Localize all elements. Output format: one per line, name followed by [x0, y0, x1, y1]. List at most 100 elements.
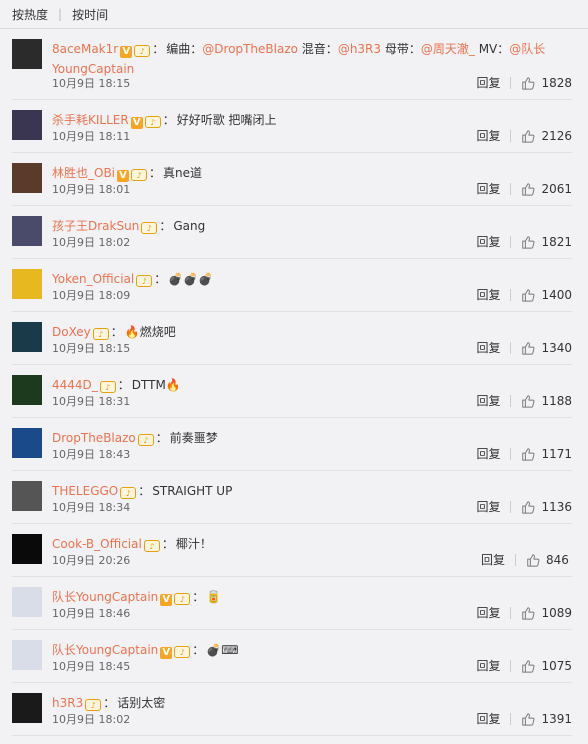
reply-button[interactable]: 回复 — [476, 286, 500, 303]
like-button[interactable]: 1089 — [521, 606, 572, 620]
comment-body: 8aceMak1r V ♪：编曲：@DropTheBlazo 混音：@h3R3 母带… — [52, 39, 572, 79]
comment-text: 🥫 — [206, 590, 222, 604]
avatar[interactable] — [12, 39, 42, 69]
comment-list: 8aceMak1r V ♪：编曲：@DropTheBlazo 混音：@h3R3 母带… — [0, 29, 588, 736]
comment-text: Gang — [173, 219, 206, 233]
avatar[interactable] — [12, 428, 42, 458]
comment-actions: 回复 1075 — [476, 657, 572, 674]
like-button[interactable]: 1391 — [521, 712, 572, 726]
member-badge-icon: ♪ — [136, 275, 153, 287]
reply-button[interactable]: 回复 — [476, 233, 500, 250]
comment-actions: 回复 1391 — [476, 710, 572, 727]
like-button[interactable]: 1828 — [521, 76, 572, 90]
like-count: 1089 — [541, 605, 572, 620]
like-button[interactable]: 1075 — [521, 659, 572, 673]
comment-text: 💣⌨ — [206, 643, 239, 657]
avatar[interactable] — [12, 587, 42, 617]
reply-button[interactable]: 回复 — [476, 339, 500, 356]
like-count: 1171 — [541, 446, 572, 461]
colon-separator: ： — [110, 325, 123, 339]
like-count: 2126 — [541, 128, 572, 143]
username-link[interactable]: 林胜也_OBi — [52, 166, 115, 180]
username-link[interactable]: 4444D_ — [52, 378, 98, 392]
comment-timestamp: 10月9日 18:11 — [52, 130, 131, 143]
comment-line: 8aceMak1r V ♪：编曲：@DropTheBlazo 混音：@h3R3 母带… — [52, 39, 572, 79]
avatar[interactable] — [12, 110, 42, 140]
like-button[interactable]: 1400 — [521, 288, 572, 302]
reply-button[interactable]: 回复 — [476, 127, 500, 144]
like-button[interactable]: 2061 — [521, 182, 572, 196]
member-badge-icon: ♪ — [141, 222, 158, 234]
comment-timestamp: 10月9日 18:15 — [52, 342, 131, 355]
username-link[interactable]: THELEGGO — [52, 484, 118, 498]
sort-by-time-tab[interactable]: 按时间 — [72, 6, 108, 23]
reply-button[interactable]: 回复 — [476, 498, 500, 515]
comment-text: 💣💣💣 — [168, 272, 214, 286]
comment-timestamp: 10月9日 18:34 — [52, 501, 131, 514]
username-link[interactable]: DoXey — [52, 325, 91, 339]
username-link[interactable]: 孩子王DrakSun — [52, 219, 139, 233]
username-link[interactable]: DropTheBlazo — [52, 431, 136, 445]
username-link[interactable]: Yoken_Official — [52, 272, 134, 286]
reply-button[interactable]: 回复 — [476, 392, 500, 409]
like-button[interactable]: 1171 — [521, 447, 572, 461]
avatar[interactable] — [12, 640, 42, 670]
username-link[interactable]: 队长YoungCaptain — [52, 643, 158, 657]
like-count: 1821 — [541, 234, 572, 249]
reply-button[interactable]: 回复 — [476, 180, 500, 197]
thumbs-up-icon — [522, 288, 535, 302]
comment-actions: 回复 2061 — [476, 180, 572, 197]
comment-actions: 回复 1340 — [476, 339, 572, 356]
comment-text: STRAIGHT UP — [152, 484, 233, 498]
comment-timestamp: 10月9日 18:46 — [52, 607, 131, 620]
comment-item: DoXey ♪： 🔥燃烧吧 10月9日 18:15 回复 1340 — [12, 312, 572, 365]
sort-by-hot-tab[interactable]: 按热度 — [12, 6, 48, 23]
like-count: 846 — [546, 552, 569, 567]
username-link[interactable]: 队长YoungCaptain — [52, 590, 158, 604]
username-link[interactable]: 杀手耗KILLER — [52, 113, 129, 127]
thumbs-up-icon — [522, 447, 535, 461]
username-link[interactable]: h3R3 — [52, 696, 83, 710]
avatar[interactable] — [12, 216, 42, 246]
action-divider — [510, 129, 512, 142]
like-button[interactable]: 846 — [526, 553, 572, 567]
like-button[interactable]: 2126 — [521, 129, 572, 143]
avatar[interactable] — [12, 481, 42, 511]
reply-button[interactable]: 回复 — [476, 710, 500, 727]
reply-button[interactable]: 回复 — [476, 74, 500, 91]
like-button[interactable]: 1340 — [521, 341, 572, 355]
avatar[interactable] — [12, 375, 42, 405]
avatar[interactable] — [12, 163, 42, 193]
avatar[interactable] — [12, 693, 42, 723]
thumbs-up-icon — [522, 182, 535, 196]
mention-link[interactable]: @DropTheBlazo — [202, 42, 298, 56]
avatar[interactable] — [12, 322, 42, 352]
thumbs-up-icon — [522, 712, 535, 726]
avatar[interactable] — [12, 269, 42, 299]
like-button[interactable]: 1188 — [521, 394, 572, 408]
mention-link[interactable]: @周天澈_ — [421, 42, 475, 56]
reply-button[interactable]: 回复 — [476, 604, 500, 621]
colon-separator: ： — [103, 696, 116, 710]
reply-button[interactable]: 回复 — [476, 657, 500, 674]
reply-button[interactable]: 回复 — [476, 445, 500, 462]
colon-separator: ： — [162, 113, 175, 127]
like-count: 1391 — [541, 711, 572, 726]
member-badge-icon: ♪ — [137, 434, 154, 446]
username-link[interactable]: 8aceMak1r — [52, 42, 118, 56]
comment-timestamp: 10月9日 20:26 — [52, 554, 131, 567]
reply-button[interactable]: 回复 — [481, 551, 505, 568]
avatar[interactable] — [12, 534, 42, 564]
action-divider — [510, 182, 512, 195]
comment-item: Cook-B_Official ♪：椰汁！ 10月9日 20:26 回复 846 — [12, 524, 572, 577]
member-badge-icon: ♪ — [174, 593, 191, 605]
username-link[interactable]: Cook-B_Official — [52, 537, 142, 551]
comment-text: 好好听歌 把嘴闭上 — [176, 113, 277, 127]
like-button[interactable]: 1821 — [521, 235, 572, 249]
comment-timestamp: 10月9日 18:43 — [52, 448, 131, 461]
comment-actions: 回复 1136 — [476, 498, 572, 515]
mention-link[interactable]: @h3R3 — [338, 42, 381, 56]
comment-text: 编曲： — [166, 42, 203, 56]
action-divider — [510, 394, 512, 407]
like-button[interactable]: 1136 — [521, 500, 572, 514]
